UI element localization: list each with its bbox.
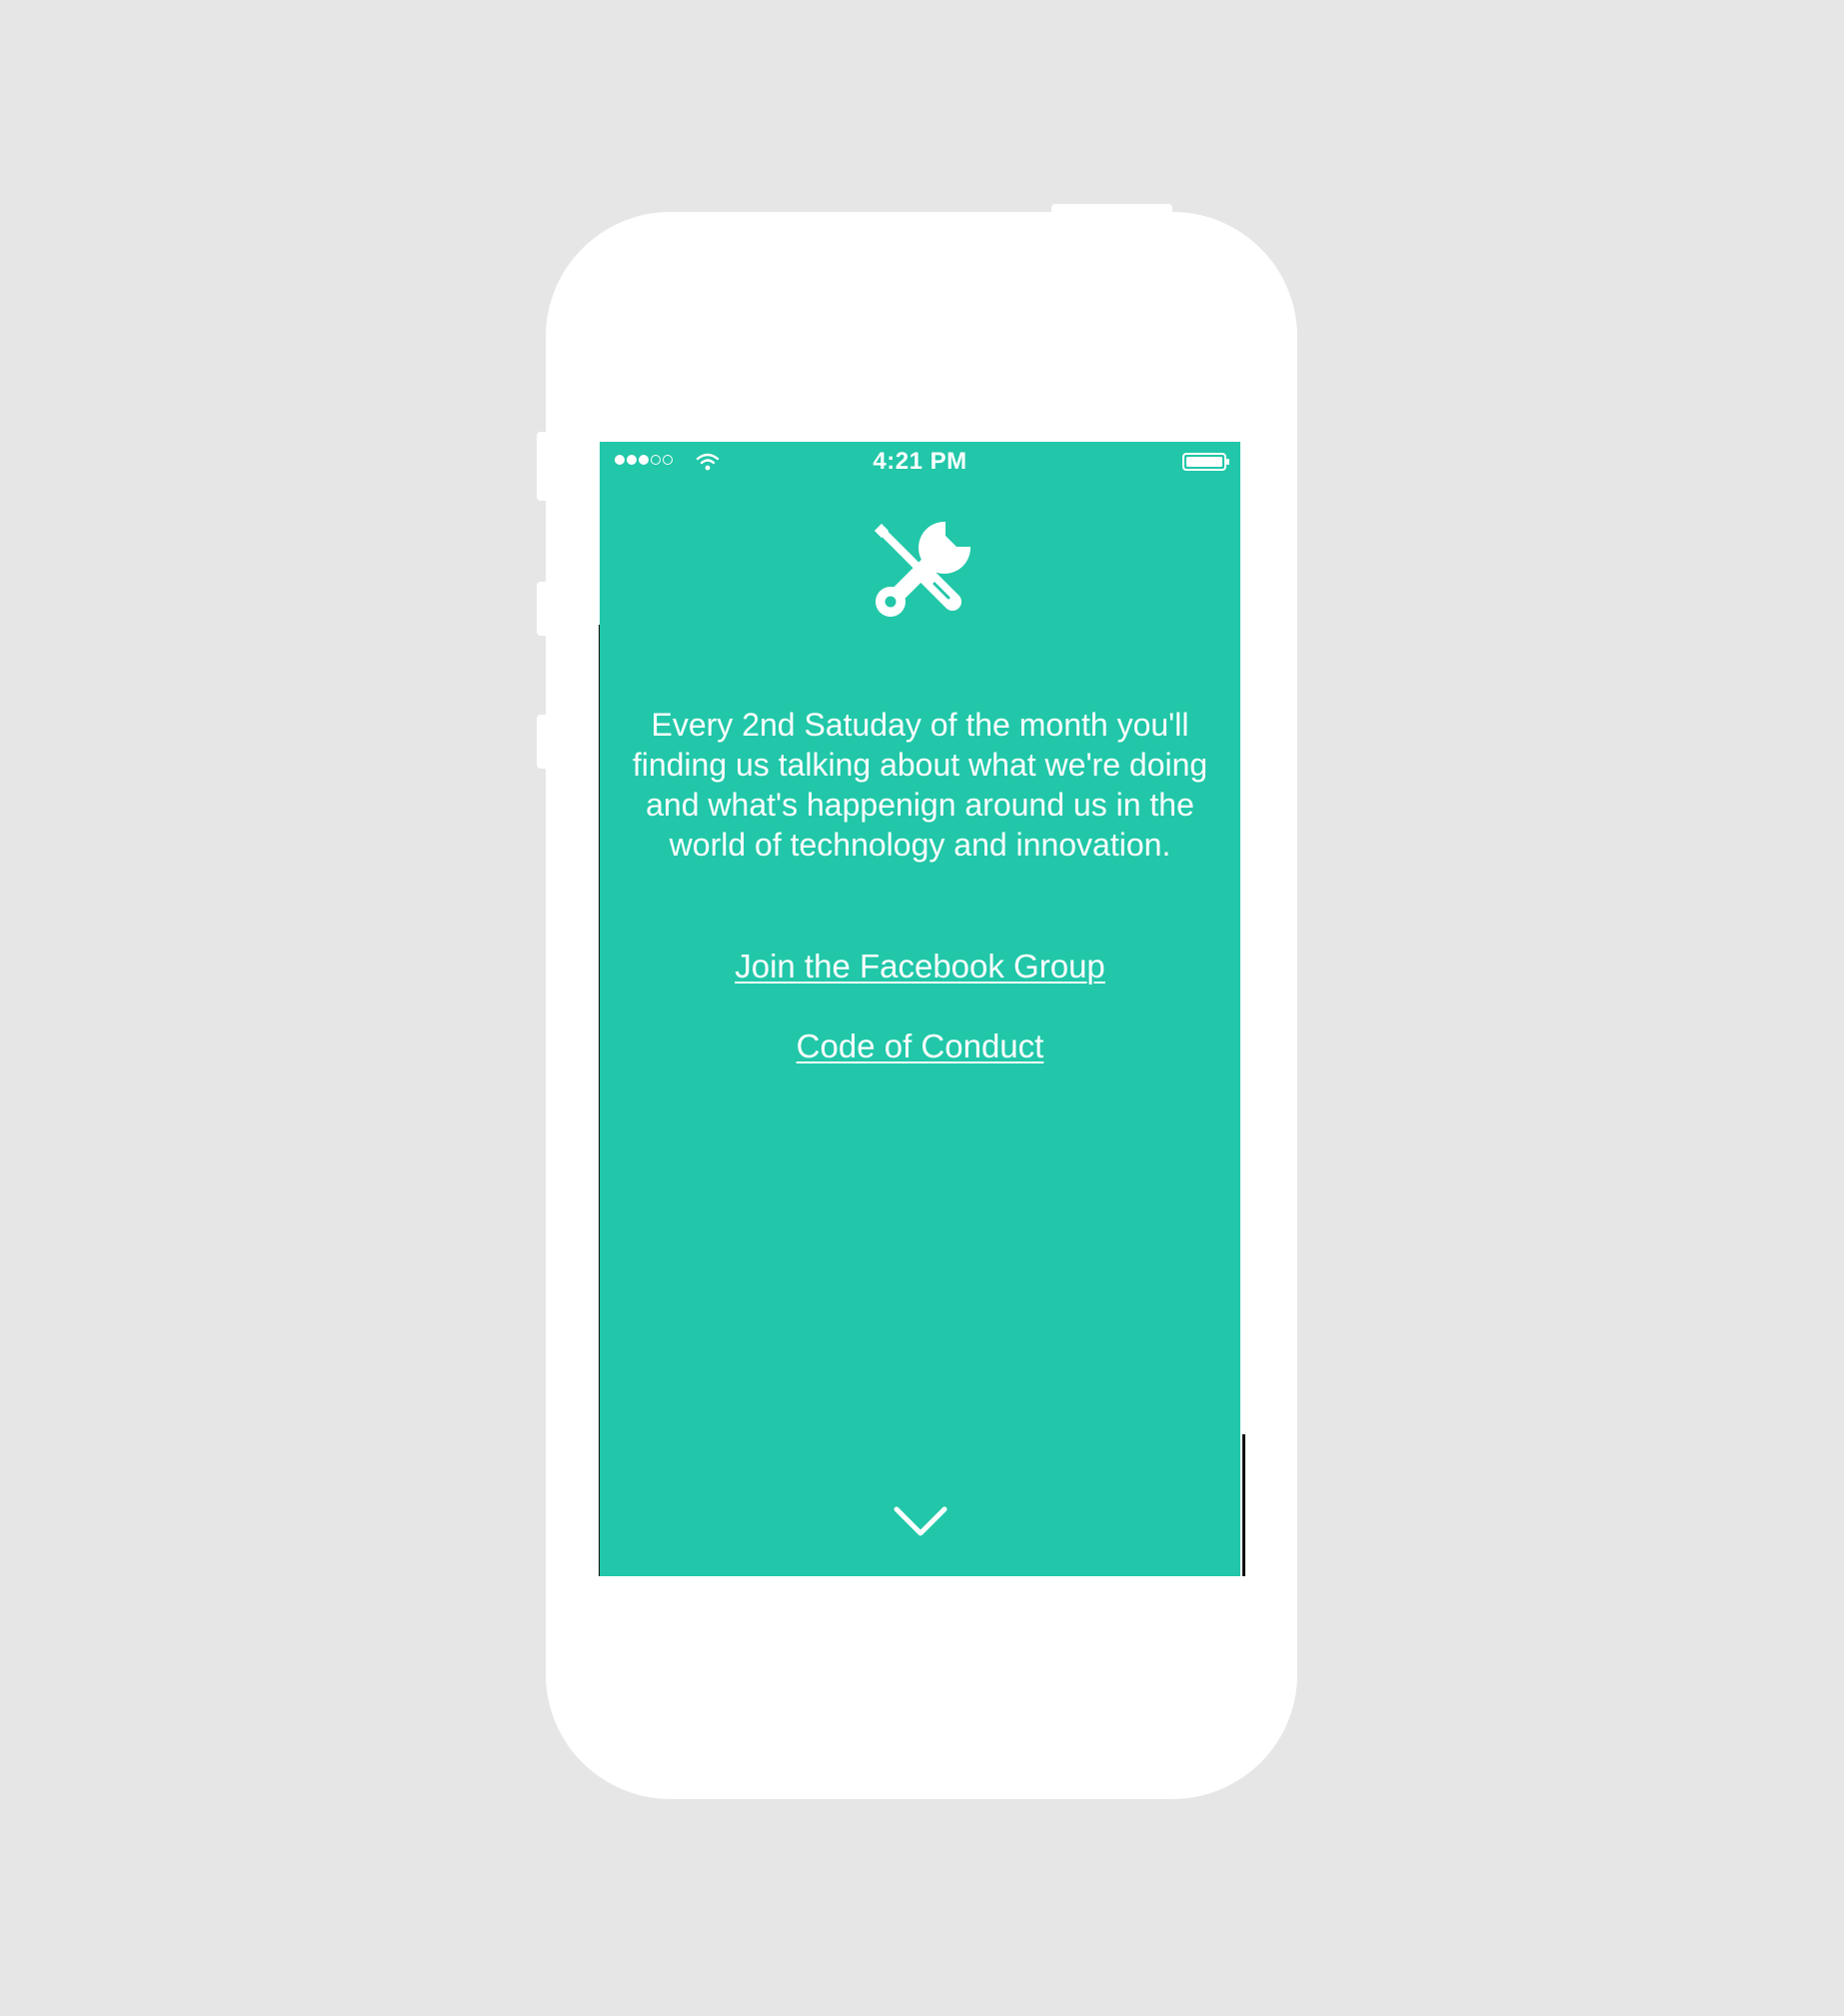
facebook-group-link[interactable]: Join the Facebook Group: [600, 947, 1240, 987]
status-time: 4:21 PM: [873, 448, 967, 475]
battery-icon: [1182, 453, 1229, 471]
chevron-down-icon[interactable]: [893, 1503, 948, 1539]
phone-volume-down-button: [537, 715, 551, 769]
phone-power-button: [1051, 204, 1172, 218]
event-description: Every 2nd Satuday of the month you'll fi…: [632, 707, 1208, 863]
app-screen: 4:21 PM Every 2nd Satuday of the month y…: [600, 442, 1240, 1576]
status-bar: 4:21 PM: [600, 442, 1240, 482]
phone-mute-switch: [537, 432, 551, 501]
screen-edge-right: [1242, 1434, 1245, 1576]
code-of-conduct-link[interactable]: Code of Conduct: [600, 1026, 1240, 1066]
tools-icon: [874, 521, 971, 617]
phone-volume-up-button: [537, 582, 551, 636]
